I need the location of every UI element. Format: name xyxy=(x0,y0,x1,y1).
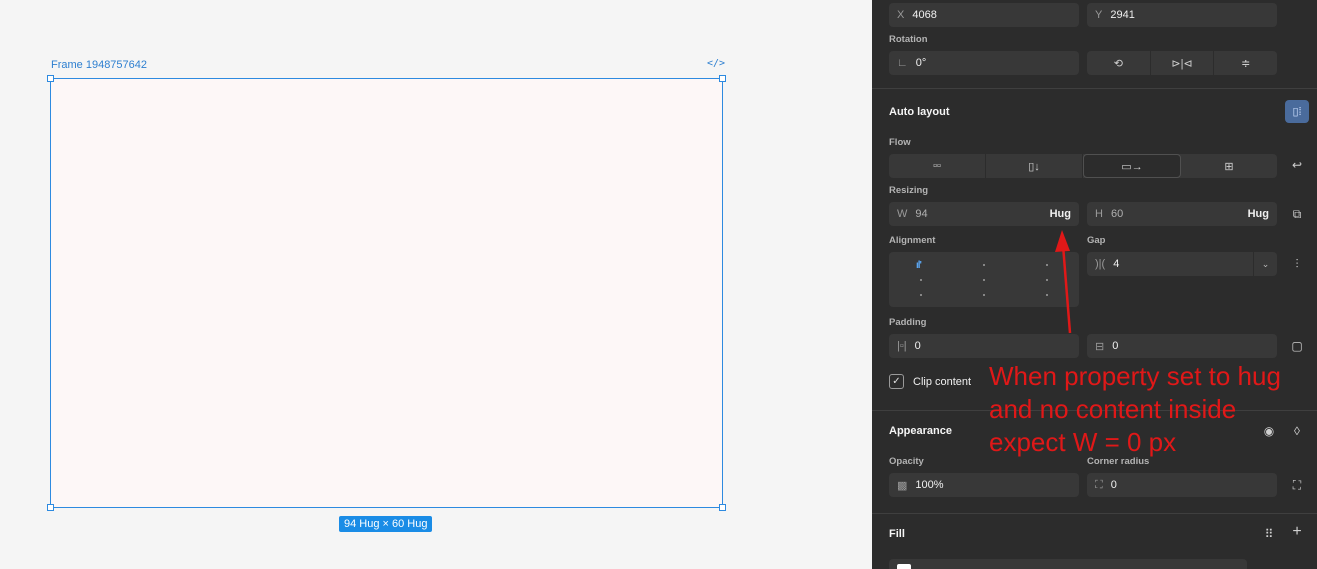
clip-content-checkbox[interactable]: ✓ xyxy=(889,374,904,389)
styles-grid-icon[interactable]: ⠿ xyxy=(1260,527,1278,541)
resize-handle-bottom-left[interactable] xyxy=(47,504,54,511)
resize-handle-bottom-right[interactable] xyxy=(719,504,726,511)
rotate-icon[interactable]: ⟲ xyxy=(1087,51,1151,75)
flow-segmented-control: ▫▫ ▯↓ ▭→ ⊞ xyxy=(889,154,1277,178)
annotation-arrow xyxy=(1055,230,1072,334)
corner-radius-field[interactable]: ⛶ 0 xyxy=(1087,473,1277,497)
x-position-field[interactable]: X 4068 xyxy=(889,3,1079,27)
y-value: 2941 xyxy=(1110,9,1135,21)
auto-layout-toggle-icon[interactable]: ▯⁞ xyxy=(1285,100,1309,123)
freeform-icon[interactable]: ▫▫ xyxy=(889,154,986,178)
height-value: 60 xyxy=(1110,208,1124,220)
flip-horizontal-icon[interactable]: ⊳|⊲ xyxy=(1151,51,1215,75)
independent-padding-icon[interactable]: ▢ xyxy=(1289,339,1305,353)
fill-row[interactable] xyxy=(889,559,1247,569)
gap-field[interactable]: )|( 4 ⌄ xyxy=(1087,252,1277,276)
annotation-text: When property set to hug and no content … xyxy=(989,361,1281,457)
align-dot[interactable] xyxy=(983,294,985,296)
height-label: H xyxy=(1095,208,1103,220)
wrap-icon[interactable]: ↩ xyxy=(1289,158,1305,172)
flow-label: Flow xyxy=(889,137,911,148)
resize-handle-top-left[interactable] xyxy=(47,75,54,82)
size-badge: 94 Hug × 60 Hug xyxy=(339,516,433,532)
align-dot[interactable] xyxy=(983,279,985,281)
flip-vertical-icon[interactable]: ≑ xyxy=(1214,51,1277,75)
gap-value: 4 xyxy=(1113,258,1120,270)
corner-radius-icon: ⛶ xyxy=(1095,478,1103,491)
x-value: 4068 xyxy=(912,9,937,21)
vertical-padding-field[interactable]: ⊟ 0 xyxy=(1087,334,1277,358)
align-dot[interactable] xyxy=(920,279,922,281)
width-value: 94 xyxy=(915,208,928,220)
width-mode[interactable]: Hug xyxy=(1050,208,1071,220)
divider xyxy=(872,88,1317,89)
appearance-title: Appearance xyxy=(889,425,952,437)
vertical-icon[interactable]: ▯↓ xyxy=(986,154,1083,178)
rotation-field[interactable]: ∟ 0° xyxy=(889,51,1079,75)
arrow-shaft xyxy=(1061,244,1072,334)
grid-icon[interactable]: ⊞ xyxy=(1181,154,1277,178)
resizing-label: Resizing xyxy=(889,185,929,196)
properties-panel: X 4068 Y 2941 Rotation ∟ 0° ⟲ ⊳|⊲ ≑ Auto… xyxy=(872,0,1317,569)
y-position-field[interactable]: Y 2941 xyxy=(1087,3,1277,27)
align-top-left-icon[interactable]: ıl' xyxy=(916,260,922,271)
width-label: W xyxy=(897,208,908,220)
design-canvas[interactable]: Frame 1948757642 </> 94 Hug × 60 Hug xyxy=(0,0,872,569)
alignment-label: Alignment xyxy=(889,235,936,246)
resize-handle-top-right[interactable] xyxy=(719,75,726,82)
y-label: Y xyxy=(1095,9,1103,21)
corner-radius-value: 0 xyxy=(1110,479,1117,491)
height-mode[interactable]: Hug xyxy=(1248,208,1269,220)
vertical-padding-value: 0 xyxy=(1112,340,1119,352)
rotation-value: 0° xyxy=(915,57,927,69)
clip-content-label[interactable]: Clip content xyxy=(913,376,971,388)
divider xyxy=(872,513,1317,514)
fill-swatch[interactable] xyxy=(897,564,911,569)
opacity-value: 100% xyxy=(915,479,944,491)
auto-layout-title: Auto layout xyxy=(889,106,950,118)
align-dot[interactable] xyxy=(920,294,922,296)
opacity-label: Opacity xyxy=(889,456,924,467)
vertical-padding-icon: ⊟ xyxy=(1095,340,1105,353)
horizontal-padding-value: 0 xyxy=(914,340,921,352)
code-icon[interactable]: </> xyxy=(707,58,725,69)
gap-icon: )|( xyxy=(1095,258,1106,270)
fill-title: Fill xyxy=(889,528,905,540)
advanced-settings-icon[interactable]: ⫶ xyxy=(1289,257,1305,271)
x-label: X xyxy=(897,9,905,21)
padding-label: Padding xyxy=(889,317,927,328)
horizontal-padding-icon: |▫| xyxy=(897,340,907,352)
individual-corners-icon[interactable]: ⛶ xyxy=(1289,478,1305,492)
width-field[interactable]: W 94 Hug xyxy=(889,202,1079,226)
chevron-down-icon[interactable]: ⌄ xyxy=(1253,252,1277,276)
rotation-label: Rotation xyxy=(889,34,928,45)
add-fill-icon[interactable]: + xyxy=(1289,524,1305,540)
opacity-field[interactable]: ▩ 100% xyxy=(889,473,1079,497)
blend-drop-icon[interactable]: ◊ xyxy=(1289,424,1305,438)
horizontal-icon[interactable]: ▭→ xyxy=(1083,154,1181,178)
align-dot[interactable] xyxy=(983,264,985,266)
resize-options-icon[interactable]: ⧉ xyxy=(1289,207,1305,221)
angle-icon: ∟ xyxy=(897,57,908,69)
transform-buttons: ⟲ ⊳|⊲ ≑ xyxy=(1087,51,1277,75)
frame-name-label[interactable]: Frame 1948757642 xyxy=(51,59,147,71)
height-field[interactable]: H 60 Hug xyxy=(1087,202,1277,226)
selected-frame[interactable] xyxy=(50,78,723,508)
arrow-head xyxy=(1055,230,1070,252)
opacity-icon: ▩ xyxy=(897,479,908,492)
